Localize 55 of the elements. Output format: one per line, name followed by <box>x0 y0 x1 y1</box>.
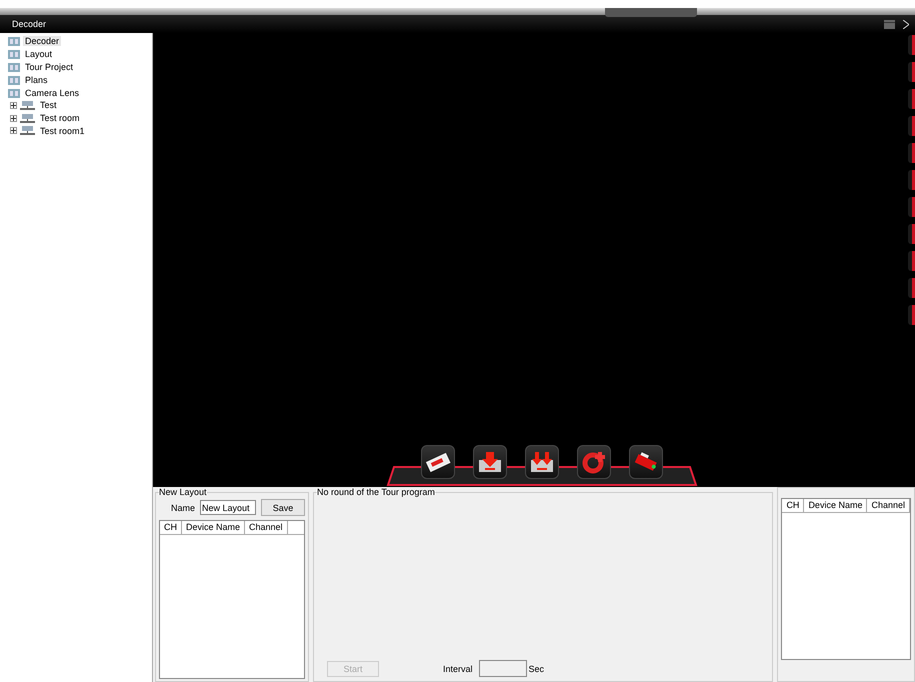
tree-item[interactable]: Tour Project <box>23 62 76 72</box>
column-header[interactable]: Device Name <box>804 499 868 512</box>
folder-icon <box>8 74 20 85</box>
side-button[interactable] <box>908 224 915 244</box>
download-all-icon <box>529 450 555 474</box>
group-title: New Layout <box>159 487 207 497</box>
toolbar-button[interactable] <box>525 445 559 479</box>
tree-item[interactable]: Test room1 <box>38 126 87 136</box>
side-button[interactable] <box>908 278 915 298</box>
dock-handle[interactable] <box>605 8 697 17</box>
folder-icon <box>8 88 20 98</box>
save-button[interactable]: Save <box>261 499 306 516</box>
column-header[interactable]: Device Name <box>182 521 246 534</box>
side-button[interactable] <box>908 305 915 325</box>
close-icon[interactable] <box>903 20 909 28</box>
column-header[interactable]: Channel <box>867 499 910 512</box>
side-button[interactable] <box>908 35 915 55</box>
toolbar-button[interactable] <box>473 445 507 479</box>
expand-toggle[interactable] <box>10 127 17 134</box>
group-title: No round of the Tour program <box>317 487 435 497</box>
toolbar-button[interactable] <box>629 445 663 479</box>
tree-item[interactable]: Layout <box>23 49 54 60</box>
toolbar-button[interactable] <box>421 445 455 479</box>
side-button[interactable] <box>908 170 915 190</box>
expand-toggle[interactable] <box>10 102 17 109</box>
column-header[interactable]: Channel <box>245 521 288 534</box>
refresh-icon <box>581 450 607 474</box>
network-icon <box>20 126 35 136</box>
tree-item[interactable]: Camera Lens <box>23 88 82 98</box>
column-header[interactable]: CH <box>160 521 182 534</box>
network-icon <box>20 100 35 110</box>
side-button[interactable] <box>908 143 915 163</box>
unit-label: Sec <box>528 664 544 674</box>
window-title: Decoder <box>12 19 46 29</box>
side-button[interactable] <box>908 89 915 109</box>
folder-icon <box>8 49 20 60</box>
network-icon <box>20 114 35 123</box>
folder-icon <box>8 36 20 46</box>
tree-item[interactable]: Test <box>38 100 59 110</box>
side-button[interactable] <box>908 116 915 136</box>
interval-field[interactable] <box>478 660 527 677</box>
expand-toggle[interactable] <box>10 114 17 122</box>
menu-icon[interactable] <box>884 20 895 28</box>
folder-icon <box>8 62 20 72</box>
name-label: Name <box>171 502 196 512</box>
side-button[interactable] <box>908 197 915 217</box>
name-field[interactable]: New Layout <box>200 500 256 515</box>
side-button[interactable] <box>908 251 915 271</box>
tree-item[interactable]: Decoder <box>23 36 62 46</box>
tree-item[interactable]: Test room <box>38 113 82 124</box>
column-header[interactable]: CH <box>782 499 804 512</box>
tree-item[interactable]: Plans <box>23 74 50 85</box>
side-button[interactable] <box>908 62 915 82</box>
download-icon <box>477 450 503 474</box>
interval-label: Interval <box>443 664 473 674</box>
